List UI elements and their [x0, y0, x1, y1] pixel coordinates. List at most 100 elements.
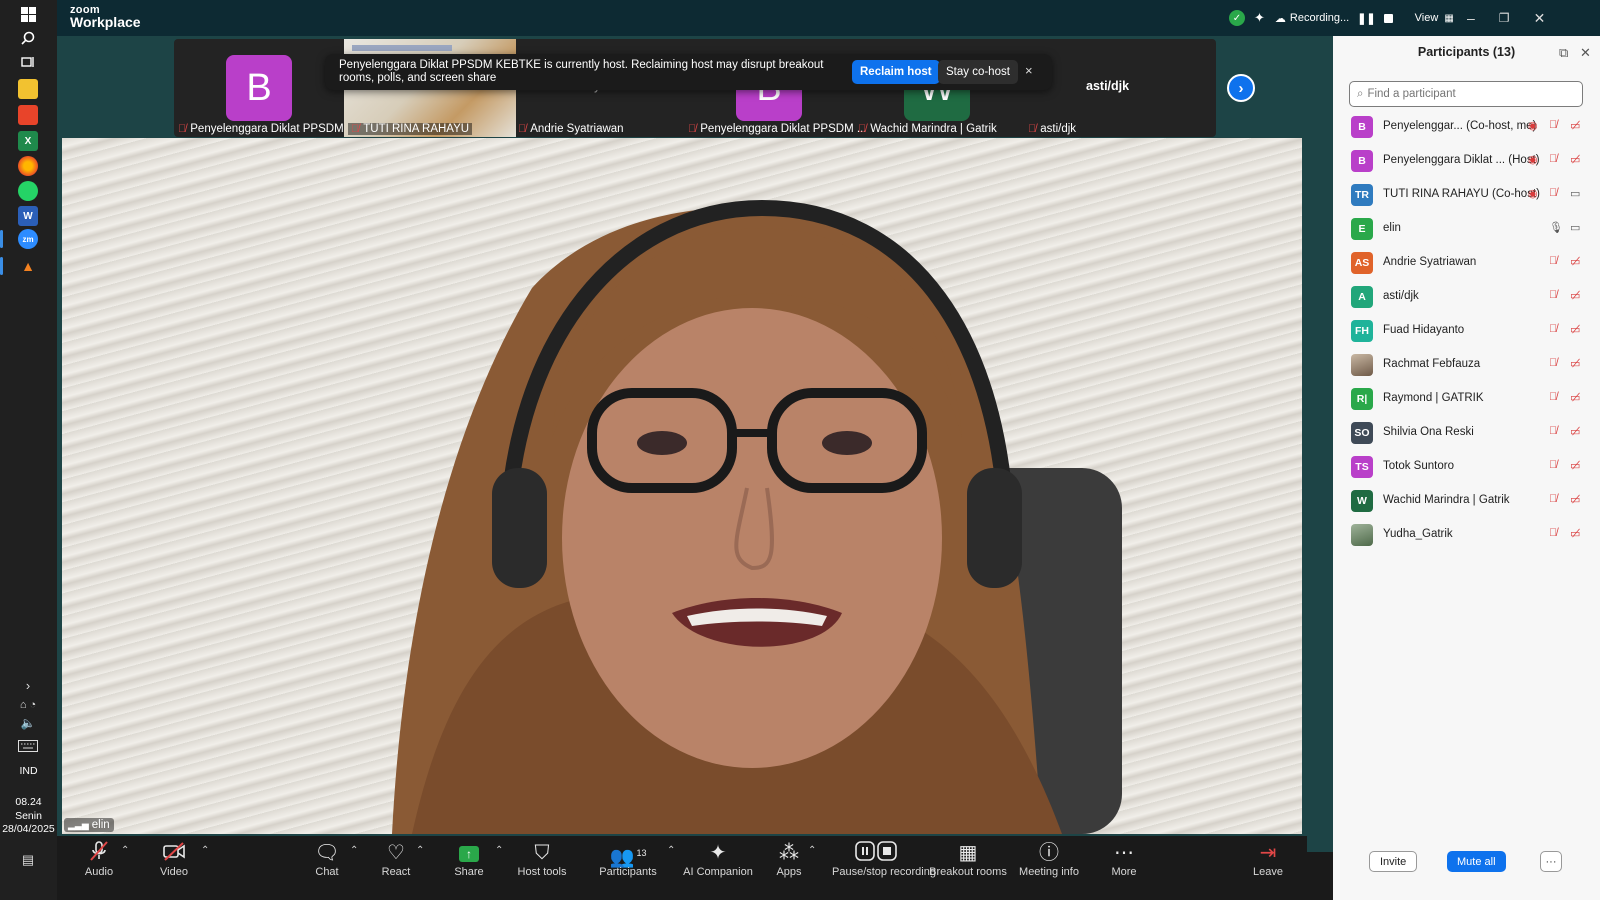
popout-icon[interactable]: ⧉	[1559, 45, 1568, 61]
camera-off-icon[interactable]: ▭̸	[1570, 357, 1580, 370]
camera-off-icon[interactable]: ▭̸	[1570, 323, 1580, 336]
camera-off-icon[interactable]: ▭̸	[1570, 119, 1580, 132]
avatar: SO	[1351, 422, 1373, 444]
breakout-rooms-button[interactable]: ▦ Breakout rooms	[926, 840, 1010, 878]
more-options-button[interactable]: ···	[1540, 851, 1562, 872]
mic-muted-icon[interactable]: 🎙̸	[1549, 391, 1557, 403]
minimize-icon[interactable]: –	[1467, 10, 1475, 26]
mic-muted-icon[interactable]: 🎙̸	[1549, 153, 1557, 165]
vlc-icon[interactable]: ▲	[18, 256, 38, 276]
pause-stop-recording-button[interactable]: Pause/stop recording	[832, 840, 936, 878]
stay-cohost-button[interactable]: Stay co-host	[938, 60, 1018, 84]
meeting-stage: B 🎙̸ Penyelenggara Diklat PPSDM ... 🎙̸ TUT…	[57, 36, 1333, 852]
audio-options-caret-icon[interactable]: ⌃	[121, 845, 129, 856]
participant-tile[interactable]: asti/djk 🎙̸ asti/djk	[1024, 39, 1196, 137]
participant-row[interactable]: FH Fuad Hidayanto 🎙̸ ▭̸	[1333, 314, 1600, 348]
zoom-icon[interactable]: zm	[18, 229, 38, 249]
more-button[interactable]: ⋯ More	[1082, 840, 1166, 878]
close-icon[interactable]: ×	[1025, 63, 1033, 78]
language-indicator[interactable]: IND	[0, 765, 57, 778]
participant-row[interactable]: SO Shilvia Ona Reski 🎙̸ ▭̸	[1333, 416, 1600, 450]
invite-button[interactable]: Invite	[1369, 851, 1418, 872]
camera-off-icon[interactable]: ▭̸	[1570, 255, 1580, 268]
task-view-icon[interactable]	[18, 52, 38, 72]
file-explorer-icon[interactable]	[18, 79, 38, 99]
participant-row[interactable]: A asti/djk 🎙̸ ▭̸	[1333, 280, 1600, 314]
camera-off-icon[interactable]: ▭̸	[1570, 391, 1580, 404]
mic-muted-icon[interactable]: 🎙̸	[1549, 119, 1557, 131]
volume-icon[interactable]: 🔈	[18, 713, 38, 733]
meeting-info-button[interactable]: ⓘ Meeting info	[1007, 840, 1091, 878]
clock-time[interactable]: 08.24	[0, 796, 57, 809]
close-panel-icon[interactable]: ✕	[1580, 45, 1591, 61]
excel-icon[interactable]: X	[18, 131, 38, 151]
keyboard-icon[interactable]	[16, 736, 40, 756]
mic-muted-icon[interactable]: 🎙̸	[1549, 493, 1557, 505]
mute-all-button[interactable]: Mute all	[1447, 851, 1506, 872]
participant-row[interactable]: Yudha_Gatrik 🎙̸ ▭̸	[1333, 518, 1600, 552]
participant-row[interactable]: Rachmat Febfauza 🎙̸ ▭̸	[1333, 348, 1600, 382]
video-options-caret-icon[interactable]: ⌃	[201, 845, 209, 856]
view-grid-icon[interactable]: ▦	[1444, 13, 1453, 24]
host-tools-button[interactable]: ⛉ Host tools	[500, 840, 584, 878]
participant-row[interactable]: R| Raymond | GATRIK 🎙̸ ▭̸	[1333, 382, 1600, 416]
next-page-arrow-icon[interactable]: ›	[1227, 74, 1255, 102]
mic-muted-icon[interactable]: 🎙̸	[1549, 459, 1557, 471]
participant-row[interactable]: TR TUTI RINA RAHAYU (Co-host) ◉ 🎙̸ ▭	[1333, 178, 1600, 212]
search-input[interactable]	[1367, 88, 1568, 100]
pause-stop-recording-icon	[832, 840, 922, 866]
mic-on-icon[interactable]: 🎙	[1549, 221, 1563, 234]
participants-options-caret-icon[interactable]: ⌃	[667, 845, 675, 856]
apps-button[interactable]: ⁂ Apps	[747, 840, 831, 878]
mic-muted-icon[interactable]: 🎙̸	[1549, 323, 1557, 335]
mic-muted-icon[interactable]: 🎙̸	[1549, 357, 1557, 369]
close-window-icon[interactable]: ✕	[1534, 10, 1546, 27]
camera-on-icon[interactable]: ▭	[1570, 221, 1580, 234]
camera-off-icon[interactable]: ▭̸	[1570, 153, 1580, 166]
word-icon[interactable]: W	[18, 206, 38, 226]
office-icon[interactable]	[18, 105, 38, 125]
camera-off-icon[interactable]: ▭̸	[1570, 527, 1580, 540]
mic-muted-icon[interactable]: 🎙̸	[1549, 187, 1557, 199]
participants-button[interactable]: 👥 13 Participants	[586, 840, 670, 878]
leave-button[interactable]: ⇥ Leave	[1226, 840, 1310, 878]
camera-off-icon[interactable]: ▭̸	[1570, 493, 1580, 506]
avatar: TS	[1351, 456, 1373, 478]
participant-row[interactable]: AS Andrie Syatriawan 🎙̸ ▭̸	[1333, 246, 1600, 280]
security-shield-icon[interactable]: ✓	[1229, 10, 1245, 26]
camera-off-icon[interactable]: ▭̸	[1570, 289, 1580, 302]
active-speaker-video[interactable]: ▂▃▅ elin	[62, 138, 1302, 834]
participant-row[interactable]: W Wachid Marindra | Gatrik 🎙̸ ▭̸	[1333, 484, 1600, 518]
react-button[interactable]: ♡ React	[354, 840, 438, 878]
camera-off-icon[interactable]: ▭̸	[1570, 425, 1580, 438]
tile-name: 🎙̸ asti/djk	[1028, 123, 1076, 135]
notifications-icon[interactable]: ▤	[18, 850, 38, 870]
firefox-icon[interactable]	[18, 156, 38, 176]
participant-search[interactable]: ⌕	[1349, 81, 1583, 107]
mic-muted-icon[interactable]: 🎙̸	[1549, 425, 1557, 437]
chevron-right-icon[interactable]: ›	[18, 675, 38, 695]
camera-on-icon[interactable]: ▭	[1570, 187, 1580, 200]
reclaim-host-button[interactable]: Reclaim host	[852, 60, 940, 84]
participant-row[interactable]: E elin 🎙 ▭	[1333, 212, 1600, 246]
search-icon[interactable]	[18, 28, 38, 48]
pause-recording-icon[interactable]: ❚❚	[1357, 12, 1375, 25]
stop-recording-icon[interactable]	[1383, 13, 1393, 23]
participant-row[interactable]: B Penyelenggar... (Co-host, me) ◉ 🎙̸ ▭̸	[1333, 110, 1600, 144]
view-menu[interactable]: View	[1415, 12, 1439, 24]
whatsapp-icon[interactable]	[18, 181, 38, 201]
mic-muted-icon[interactable]: 🎙̸	[1549, 255, 1557, 267]
network-icon[interactable]: ⌂ ◔	[14, 695, 42, 715]
camera-off-icon[interactable]: ▭̸	[1570, 459, 1580, 472]
react-options-caret-icon[interactable]: ⌃	[416, 845, 424, 856]
apps-options-caret-icon[interactable]: ⌃	[808, 845, 816, 856]
participant-tile[interactable]: B 🎙̸Penyelenggara Diklat PPSDM ...	[174, 39, 356, 137]
mic-muted-icon[interactable]: 🎙̸	[1549, 527, 1557, 539]
participant-row[interactable]: B Penyelenggara Diklat ... (Host) ◉ 🎙̸ ▭…	[1333, 144, 1600, 178]
mic-muted-icon[interactable]: 🎙̸	[1549, 289, 1557, 301]
meeting-toolbar: Audio ⌃ Video ⌃ 🗨 Chat ⌃ ♡ React ⌃ ↑ Sha…	[57, 836, 1307, 900]
restore-icon[interactable]: ❐	[1499, 11, 1510, 25]
windows-start-icon[interactable]	[18, 4, 38, 24]
participant-row[interactable]: TS Totok Suntoro 🎙̸ ▭̸	[1333, 450, 1600, 484]
ai-sparkle-icon[interactable]: ✦	[1254, 10, 1265, 26]
